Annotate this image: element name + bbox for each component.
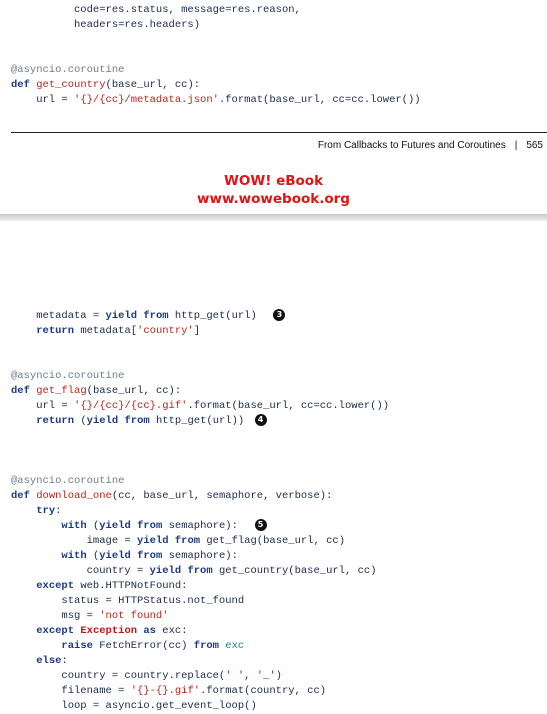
code-line: headers=res.headers) — [11, 19, 201, 31]
function-name: get_country — [36, 79, 106, 91]
footer-title: From Callbacks to Futures and Coroutines — [317, 140, 506, 151]
watermark: WOW! eBook www.wowebook.org — [0, 172, 547, 208]
page-footer: From Callbacks to Futures and Coroutines… — [318, 140, 543, 151]
footer-rule — [11, 132, 547, 133]
function-name: download_one — [36, 490, 112, 502]
decorator: @asyncio.coroutine — [11, 475, 125, 487]
page-break — [0, 214, 547, 221]
decorator: @asyncio.coroutine — [11, 370, 125, 382]
page-number: 565 — [526, 140, 543, 151]
code-line: metadata = yield from http_get(url) 3 — [11, 309, 286, 322]
watermark-url: www.wowebook.org — [197, 191, 350, 207]
code-block-main: metadata = yield from http_get(url) 3 re… — [11, 309, 390, 712]
function-name: get_flag — [36, 385, 87, 397]
code-block-top: code=res.status, message=res.reason, hea… — [11, 4, 421, 106]
callout-3: 3 — [273, 309, 286, 322]
code-line: return metadata['country'] — [36, 325, 201, 337]
code-line: code=res.status, message=res.reason, — [11, 4, 301, 16]
watermark-title: WOW! eBook — [223, 173, 324, 189]
decorator: @asyncio.coroutine — [11, 64, 125, 76]
footer-separator: | — [514, 140, 518, 151]
callout-4: 4 — [254, 414, 267, 427]
callout-5: 5 — [254, 519, 267, 532]
